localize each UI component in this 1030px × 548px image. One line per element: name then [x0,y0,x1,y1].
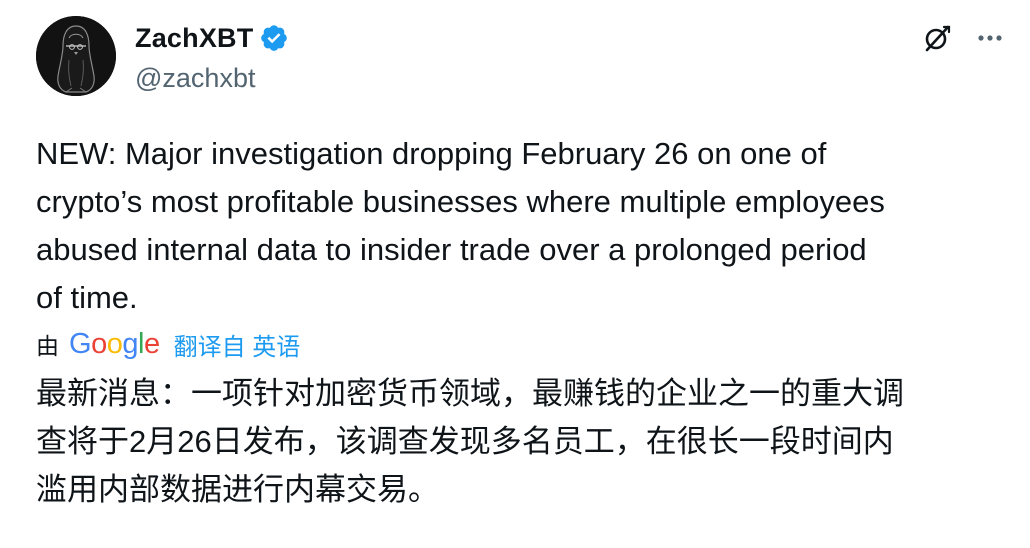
tweet-top-actions [922,20,1004,56]
google-logo: Google [69,327,160,360]
penguin-avatar-icon [36,16,116,96]
translated-by-label: 由 [36,333,59,359]
author-handle[interactable]: @zachxbt [135,63,255,94]
translated-from-link[interactable]: 翻译自 英语 [174,327,301,362]
more-horizontal-icon[interactable] [976,24,1004,52]
translated-tweet-text: 最新消息：一项针对加密货币领域，最赚钱的企业之一的重大调 查将于2月26日发布，… [36,376,904,507]
translation-attribution: 由 Google 翻译自 英语 [36,326,300,362]
tweet-text: NEW: Major investigation dropping Februa… [36,136,885,315]
author-display-name[interactable]: ZachXBT [135,23,253,54]
avatar[interactable] [36,16,116,96]
tweet-card: ZachXBT @zachxbt NEW: Major investigatio [0,0,1030,548]
author-name-row[interactable]: ZachXBT [135,20,289,56]
verified-badge-icon[interactable] [259,23,289,53]
grok-icon[interactable] [922,23,952,53]
